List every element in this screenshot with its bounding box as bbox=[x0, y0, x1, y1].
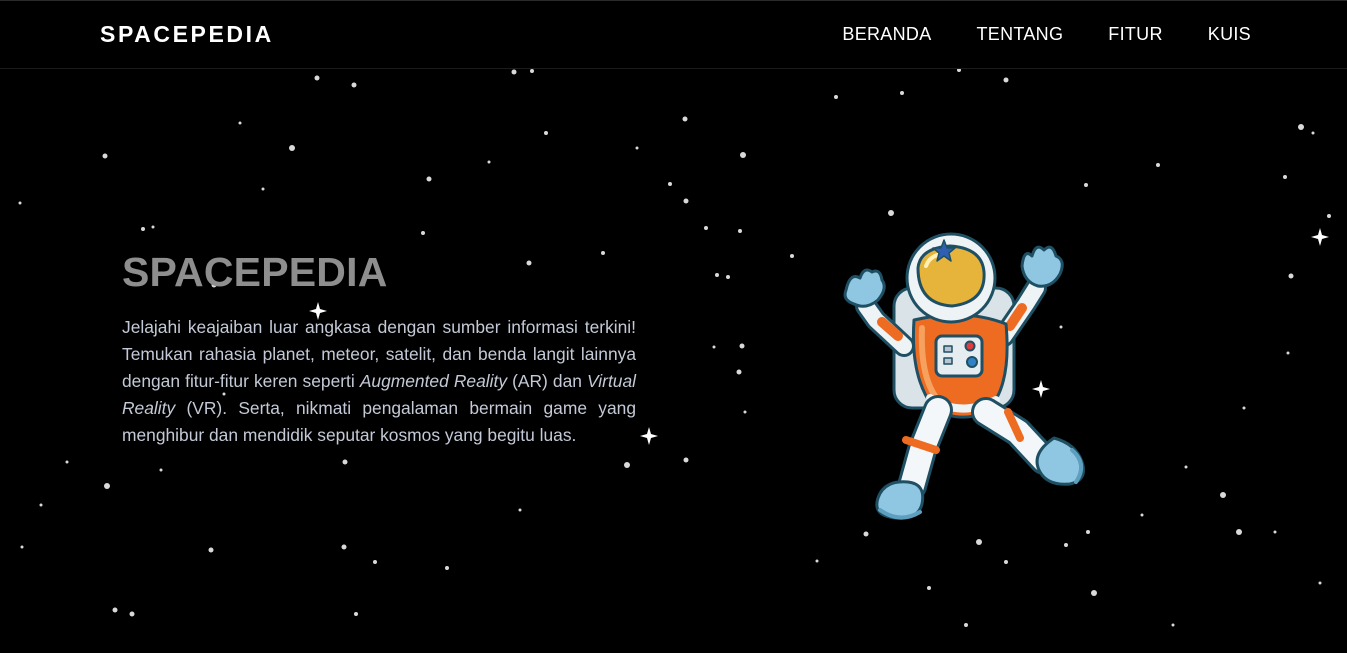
hero-section: SPACEPEDIA Jelajahi keajaiban luar angka… bbox=[122, 248, 636, 449]
hero-term-ar: Augmented Reality bbox=[359, 371, 508, 391]
brand-logo-link[interactable]: SPACEPEDIA bbox=[100, 21, 274, 48]
hero-text-part-3: (VR). Serta, nikmati pengalaman bermain … bbox=[122, 398, 636, 445]
nav-link-fitur[interactable]: FITUR bbox=[1108, 24, 1163, 45]
hero-description: Jelajahi keajaiban luar angkasa dengan s… bbox=[122, 314, 636, 449]
nav-link-tentang[interactable]: TENTANG bbox=[977, 24, 1064, 45]
astronaut-illustration bbox=[843, 232, 1085, 520]
navbar: SPACEPEDIA BERANDA TENTANG FITUR KUIS bbox=[0, 0, 1347, 69]
hero-text-part-2: (AR) dan bbox=[507, 371, 588, 391]
nav-link-beranda[interactable]: BERANDA bbox=[842, 24, 931, 45]
landing-page: SPACEPEDIA BERANDA TENTANG FITUR KUIS SP… bbox=[0, 0, 1347, 653]
nav-menu: BERANDA TENTANG FITUR KUIS bbox=[842, 24, 1251, 45]
hero-title: SPACEPEDIA bbox=[122, 249, 388, 295]
nav-link-kuis[interactable]: KUIS bbox=[1208, 24, 1251, 45]
